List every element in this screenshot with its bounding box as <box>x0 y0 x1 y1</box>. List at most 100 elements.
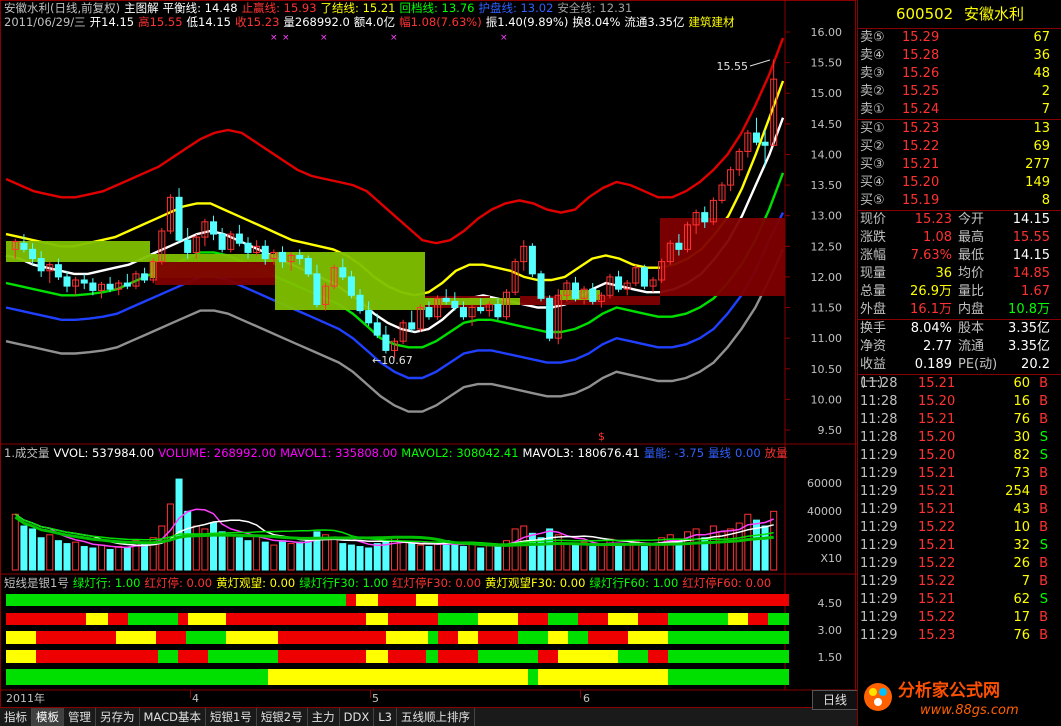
volume-bar-58 <box>511 528 519 571</box>
volume-bar-15 <box>141 543 149 571</box>
header-line1-item-5: 回档线: 13.76 <box>399 1 475 15</box>
main-header-line2: 2011/06/29/三 开14.15 高15.55 低14.15 收15.23 量268… <box>4 15 739 29</box>
toolbar-tab-0[interactable]: 指标 <box>0 708 32 726</box>
chart-area[interactable]: 16.00 15.50 15.00 14.50 14.00 13.50 13.00 12.50… <box>0 0 857 708</box>
volume-bar-73 <box>640 546 648 571</box>
tick-row-0: 11:28 15.21 60 B <box>858 375 1061 393</box>
stats-v: 36 <box>935 266 952 281</box>
signal-header: 短线是银1号 绿灯行: 1.00 红灯停: 0.00 黄灯观望: 0.00 绿灯行F30… <box>4 576 775 590</box>
stats2-k: 换手 <box>860 321 887 336</box>
tick-p: 15.22 <box>918 556 956 571</box>
stats2-k2: 股本 <box>958 321 985 336</box>
cloud-block-8 <box>660 218 785 296</box>
volume-bar-7 <box>72 541 80 571</box>
candle-body-31 <box>278 251 286 263</box>
stats2-v2: 3.35亿 <box>1008 321 1050 336</box>
tick-p: 15.21 <box>918 412 956 427</box>
volume-bar-31 <box>278 540 286 571</box>
candle-body-50 <box>442 297 450 302</box>
volume-bar-17 <box>158 525 166 571</box>
signal-seg-2-4 <box>186 631 226 644</box>
toolbar-tab-1[interactable]: 模板 <box>32 708 64 726</box>
buys-row-3: 买④ 15.20 149 <box>858 174 1061 192</box>
tick-row-4: 11:29 15.20 82 S <box>858 447 1061 465</box>
stock-name: 安徽水利 <box>964 5 1025 23</box>
period-daily-button[interactable]: 日线 <box>812 690 858 710</box>
header-line1-item-2: 平衡线: 14.48 <box>162 1 238 15</box>
cloud-block-5 <box>425 298 520 305</box>
tick-d: S <box>1039 538 1048 553</box>
signal-seg-2-8 <box>428 631 438 644</box>
signal-seg-3-1 <box>36 650 158 663</box>
volume-bar-40 <box>356 546 364 571</box>
header-line2-item-6: 额4.0亿 <box>353 15 396 29</box>
toolbar-tab-6[interactable]: 短银2号 <box>257 708 308 726</box>
toolbar-tab-8[interactable]: DDX <box>340 708 375 726</box>
toolbar-tab-10[interactable]: 五线顺上排序 <box>397 708 475 726</box>
tick-t: 11:29 <box>860 520 898 535</box>
signal-seg-2-14 <box>568 631 588 644</box>
toolbar-tab-5[interactable]: 短银1号 <box>206 708 257 726</box>
buys-label: 买① <box>860 121 885 136</box>
sells-vol: 2 <box>1041 84 1050 99</box>
toolbar-tab-7[interactable]: 主力 <box>308 708 340 726</box>
buys-label: 买⑤ <box>860 193 885 208</box>
buys-row-1: 买② 15.22 69 <box>858 138 1061 156</box>
top-marker-1: × <box>282 33 290 43</box>
tick-t: 11:28 <box>860 412 898 427</box>
signal-seg-3-11 <box>538 650 558 663</box>
candle-body-42 <box>373 322 381 336</box>
sells-row-4: 卖① 15.24 7 <box>858 101 1061 119</box>
toolbar-tab-4[interactable]: MACD基本 <box>140 708 206 726</box>
price-tick-label-9: 11.50 <box>811 302 843 315</box>
volume-bar-39 <box>347 544 355 571</box>
candle-body-34 <box>304 258 312 275</box>
price-tick-label-10: 11.00 <box>811 332 843 345</box>
price-tick-label-5: 13.50 <box>811 179 843 192</box>
volume-bar-32 <box>287 543 295 571</box>
signal-seg-1-0 <box>6 613 86 625</box>
bottom-toolbar: 指标 模板 管理 另存为 MACD基本 短银1号 短银2号 主力 DDX L3 五线顺上排序 <box>0 708 857 726</box>
stats-row-1: 涨跌 1.08 最高 15.55 <box>858 229 1061 247</box>
volume-bar-11 <box>106 548 114 571</box>
cloud-block-2 <box>155 262 275 285</box>
signal-seg-2-10 <box>458 631 478 644</box>
signal-seg-3-2 <box>158 650 178 663</box>
candle-body-19 <box>175 196 183 241</box>
price-tick-label-0: 16.00 <box>811 26 843 39</box>
volume-bar-4 <box>46 534 54 571</box>
tick-v: 43 <box>1013 502 1030 517</box>
tick-t: 11:28 <box>860 394 898 409</box>
sells-price: 15.25 <box>902 84 940 99</box>
signal-header-item-6: 黄灯观望F30: 0.00 <box>485 576 586 590</box>
volume-bar-24 <box>218 531 226 571</box>
tick-v: 7 <box>1021 574 1030 589</box>
toolbar-tab-9[interactable]: L3 <box>374 708 397 726</box>
signal-seg-1-18 <box>748 613 768 625</box>
signal-seg-1-14 <box>608 613 638 625</box>
signal-seg-1-13 <box>578 613 608 625</box>
stats2-k2: 流通 <box>958 339 985 354</box>
price-tick-label-6: 13.00 <box>811 210 843 223</box>
candle-body-39 <box>347 276 355 296</box>
toolbar-tab-3[interactable]: 另存为 <box>96 708 140 726</box>
stats-v2: 14.15 <box>1012 212 1050 227</box>
volume-tick-label-1: 40000 <box>807 505 842 518</box>
stats-k: 涨幅 <box>860 248 887 263</box>
stats-v2: 15.55 <box>1012 230 1050 245</box>
tick-v: 10 <box>1013 520 1030 535</box>
volume-bar-21 <box>192 525 200 571</box>
stats-v: 16.1万 <box>910 302 952 317</box>
price-tick-label-11: 10.50 <box>811 363 843 376</box>
signal-tick-label-0: 4.50 <box>818 597 843 610</box>
stats-k2: 均价 <box>958 266 985 281</box>
toolbar-tab-2[interactable]: 管理 <box>64 708 96 726</box>
kline-chart-svg[interactable]: 16.00 15.50 15.00 14.50 14.00 13.50 13.00 12.50… <box>0 0 857 708</box>
candle-body-86 <box>752 132 760 143</box>
volume-bar-74 <box>649 543 657 571</box>
tick-row-3: 11:28 15.20 30 S <box>858 429 1061 447</box>
candle-body-26 <box>235 233 243 244</box>
signal-seg-0-2 <box>356 594 378 606</box>
signal-tick-label-2: 1.50 <box>818 651 843 664</box>
volume-tick-label-2: 20000 <box>807 532 842 545</box>
